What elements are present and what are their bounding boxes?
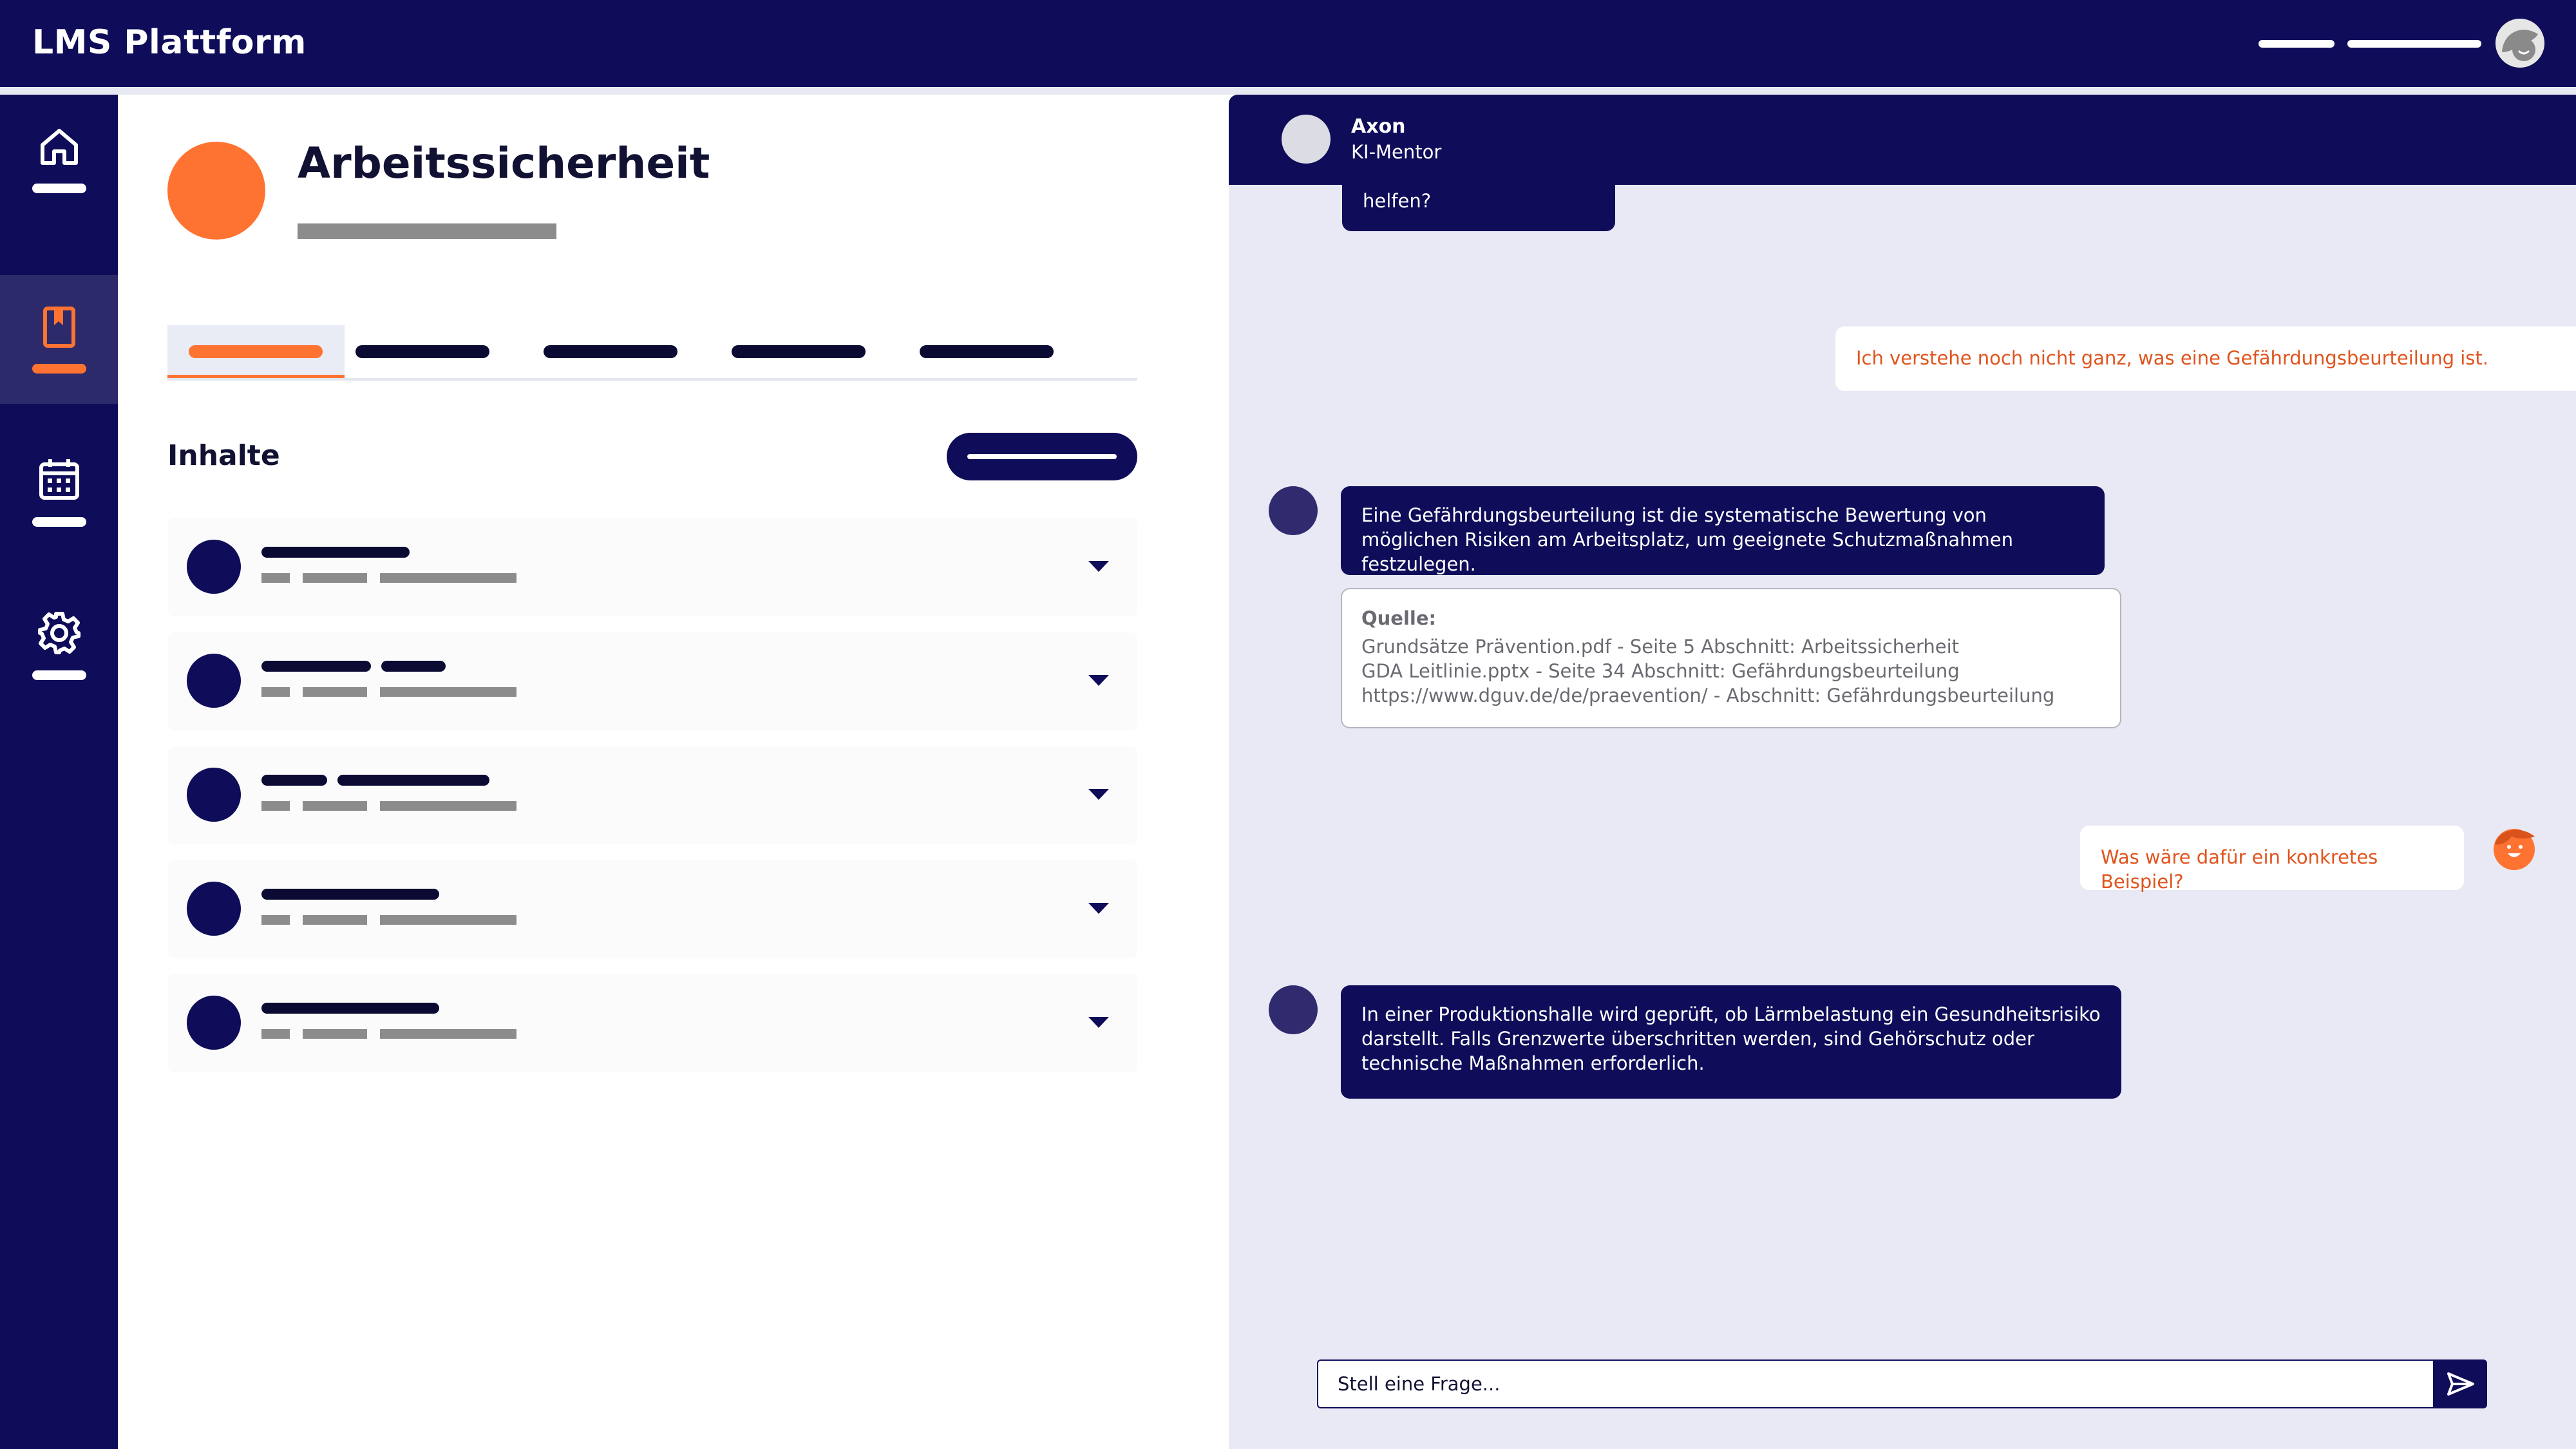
- user-message-text: Ich verstehe noch nicht ganz, was eine G…: [1856, 347, 2488, 369]
- gear-icon: [38, 612, 80, 654]
- list-item-meta-bar: [303, 915, 367, 925]
- bot-avatar: [1282, 115, 1331, 164]
- chevron-down-icon[interactable]: [1088, 675, 1109, 686]
- list-item-meta-bar: [380, 801, 516, 811]
- list-item-avatar: [187, 540, 241, 594]
- section-action-label-bar: [967, 454, 1117, 459]
- list-item-title-bar: [261, 547, 410, 558]
- list-item-meta-bar: [261, 1029, 290, 1039]
- send-icon: [2447, 1372, 2474, 1396]
- bot-message: In einer Produktionshalle wird geprüft, …: [1341, 985, 2121, 1099]
- sidebar-item-courses[interactable]: [0, 275, 118, 404]
- sidebar-item-label-bar: [32, 364, 86, 374]
- sidebar-item-label-bar: [32, 184, 86, 193]
- tab-label-bar: [355, 345, 489, 358]
- send-button[interactable]: [2433, 1359, 2487, 1408]
- list-item-avatar: [187, 882, 241, 936]
- chevron-down-icon[interactable]: [1088, 789, 1109, 800]
- user-message-text: Was wäre dafür ein konkretes Beispiel?: [2101, 846, 2378, 893]
- user-message: Was wäre dafür ein konkretes Beispiel?: [2080, 826, 2464, 893]
- bot-message-text: Eine Gefährdungsbeurteilung ist die syst…: [1361, 504, 2013, 575]
- tab-1[interactable]: [167, 325, 345, 378]
- section-title: Inhalte: [167, 439, 280, 472]
- sidebar-item-label-bar: [32, 517, 86, 527]
- sidebar-item-settings[interactable]: [0, 582, 118, 710]
- list-item[interactable]: [167, 518, 1137, 616]
- list-item-avatar: [187, 996, 241, 1050]
- tab-5[interactable]: [920, 325, 1054, 378]
- list-item-title-bar: [261, 775, 327, 786]
- book-bookmark-icon: [43, 307, 75, 348]
- user-avatar-icon: [2496, 19, 2544, 68]
- sidebar: [0, 95, 118, 1449]
- chevron-down-icon[interactable]: [1088, 903, 1109, 914]
- list-item-meta-bar: [303, 687, 367, 697]
- tab-3[interactable]: [544, 325, 677, 378]
- list-item-meta-bar: [380, 1029, 516, 1039]
- list-item-avatar: [187, 768, 241, 822]
- tab-label-bar: [189, 345, 323, 358]
- bot-message-text: In einer Produktionshalle wird geprüft, …: [1361, 1003, 2101, 1074]
- top-menu-item-2[interactable]: [2347, 40, 2481, 48]
- list-item[interactable]: [167, 860, 1137, 958]
- tab-label-bar: [920, 345, 1054, 358]
- source-box: Quelle: Grundsätze Prävention.pdf - Seit…: [1341, 588, 2121, 728]
- course-subtitle-placeholder: [298, 223, 556, 239]
- chat-input[interactable]: [1317, 1359, 2434, 1408]
- list-item-meta-bar: [303, 573, 367, 583]
- user-avatar-icon: [2494, 829, 2535, 870]
- tab-label-bar: [544, 345, 677, 358]
- sidebar-item-label-bar: [32, 670, 86, 680]
- bot-name: Axon: [1351, 115, 1406, 138]
- user-message: Ich verstehe noch nicht ganz, was eine G…: [1835, 327, 2576, 391]
- course-title: Arbeitssicherheit: [298, 138, 710, 188]
- list-item-title-bar: [337, 775, 489, 786]
- list-item-meta-bar: [261, 915, 290, 925]
- list-item[interactable]: [167, 746, 1137, 844]
- list-item-avatar: [187, 654, 241, 708]
- course-tabs: [167, 325, 1137, 381]
- app-title: LMS Plattform: [32, 23, 307, 62]
- chat-panel: Wobei kann ich dir helfen? Ich verstehe …: [1229, 95, 2576, 1449]
- list-item[interactable]: [167, 632, 1137, 730]
- section-action-button[interactable]: [947, 433, 1137, 480]
- bot-message: Eine Gefährdungsbeurteilung ist die syst…: [1341, 486, 2105, 575]
- tabs-divider: [167, 378, 1137, 381]
- list-item-meta-bar: [261, 573, 290, 583]
- chevron-down-icon[interactable]: [1088, 1017, 1109, 1028]
- top-bar-divider: [0, 87, 2576, 95]
- tab-2[interactable]: [355, 325, 489, 378]
- list-item-meta-bar: [380, 687, 516, 697]
- tab-4[interactable]: [732, 325, 866, 378]
- user-avatar[interactable]: [2496, 19, 2544, 68]
- sidebar-item-calendar[interactable]: [0, 428, 118, 557]
- chat-header: Axon KI-Mentor: [1229, 95, 2576, 185]
- list-item-meta-bar: [380, 915, 516, 925]
- source-link-1[interactable]: Grundsätze Prävention.pdf - Seite 5 Absc…: [1361, 634, 2101, 659]
- chevron-down-icon[interactable]: [1088, 561, 1109, 572]
- top-menu-item-1[interactable]: [2259, 40, 2334, 48]
- source-label: Quelle:: [1361, 607, 1437, 629]
- list-item-meta-bar: [303, 1029, 367, 1039]
- course-avatar: [167, 142, 265, 240]
- bot-role: KI-Mentor: [1351, 141, 1442, 163]
- source-link-3[interactable]: https://www.dguv.de/de/praevention/ - Ab…: [1361, 683, 2101, 708]
- calendar-icon: [39, 459, 79, 500]
- list-item-title-bar: [261, 1003, 439, 1014]
- bot-avatar: [1269, 486, 1318, 535]
- list-item[interactable]: [167, 974, 1137, 1072]
- bot-avatar: [1269, 985, 1318, 1034]
- sidebar-item-home[interactable]: [0, 95, 118, 223]
- list-item-title-bar: [261, 889, 439, 900]
- list-item-title-bar: [261, 661, 371, 672]
- home-icon: [41, 129, 78, 165]
- list-item-meta-bar: [303, 801, 367, 811]
- list-item-meta-bar: [380, 573, 516, 583]
- top-bar: LMS Plattform: [0, 0, 2576, 87]
- list-item-meta-bar: [261, 687, 290, 697]
- list-item-title-bar: [381, 661, 446, 672]
- source-link-2[interactable]: GDA Leitlinie.pptx - Seite 34 Abschnitt:…: [1361, 659, 2101, 683]
- list-item-meta-bar: [261, 801, 290, 811]
- tab-label-bar: [732, 345, 866, 358]
